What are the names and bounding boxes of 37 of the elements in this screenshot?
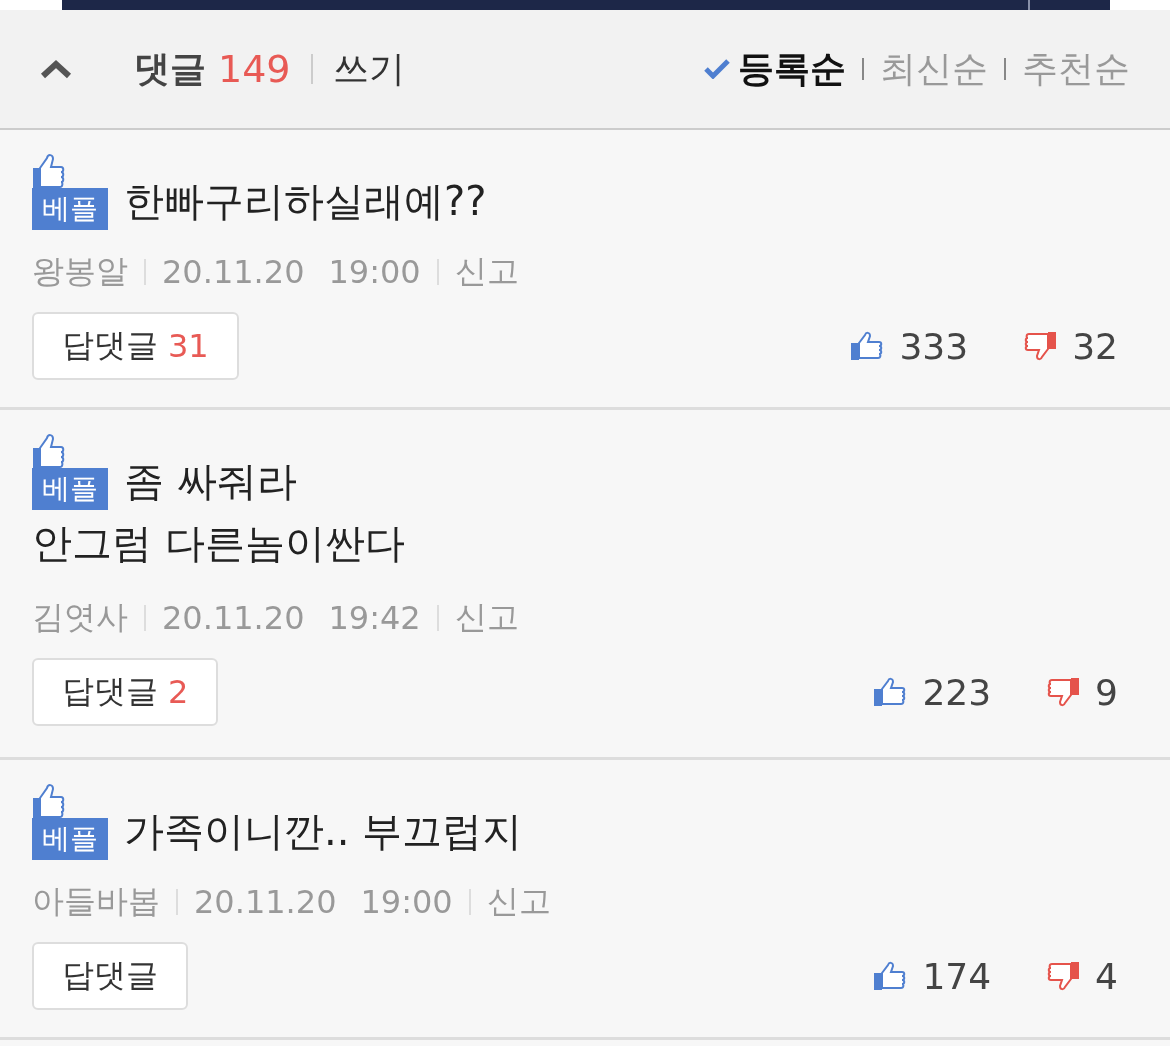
dislike-count: 32 bbox=[1072, 325, 1118, 367]
check-icon bbox=[704, 59, 730, 79]
write-link[interactable]: 쓰기 bbox=[332, 44, 405, 94]
comment-text: 안그럼 다른놈이싼다 bbox=[32, 519, 406, 568]
collapse-caret-icon[interactable] bbox=[40, 59, 72, 79]
dislike-count: 4 bbox=[1095, 955, 1118, 997]
author-name: 왕봉알 bbox=[32, 251, 128, 292]
sort-option[interactable]: 등록순 bbox=[704, 44, 846, 94]
comment-count: 149 bbox=[218, 47, 291, 91]
thumbs-up-icon bbox=[32, 152, 66, 190]
comment-time: 19:00 bbox=[360, 883, 453, 921]
thumbs-down-icon[interactable] bbox=[1045, 676, 1082, 708]
thumbs-up-icon bbox=[32, 782, 66, 820]
thumbs-down-icon[interactable] bbox=[1045, 960, 1082, 992]
dislike-count: 9 bbox=[1095, 671, 1118, 713]
best-badge: 베플 bbox=[32, 468, 108, 510]
reply-button[interactable]: 답댓글 31 bbox=[32, 312, 239, 380]
best-badge: 베플 bbox=[32, 818, 108, 860]
comment-text: 한빠구리하실래예?? bbox=[124, 177, 487, 226]
author-name: 김엿사 bbox=[32, 597, 128, 638]
like-count: 333 bbox=[899, 325, 969, 367]
comment-date: 20.11.20 bbox=[162, 599, 305, 637]
comment-time: 19:42 bbox=[328, 599, 421, 637]
thumbs-down-icon[interactable] bbox=[1022, 330, 1059, 362]
comment-text: 좀 싸줘라 bbox=[124, 457, 297, 506]
reply-button[interactable]: 답댓글 bbox=[32, 942, 188, 1010]
like-count: 223 bbox=[922, 671, 992, 713]
comment-text: 가족이니깐.. 부끄럽지 bbox=[124, 807, 523, 856]
comment-time: 19:00 bbox=[328, 253, 421, 291]
best-badge: 베플 bbox=[32, 188, 108, 230]
comment-date: 20.11.20 bbox=[194, 883, 337, 921]
thumbs-up-icon bbox=[32, 432, 66, 470]
author-name: 아들바봅 bbox=[32, 881, 160, 922]
like-count: 174 bbox=[922, 955, 992, 997]
comment-date: 20.11.20 bbox=[162, 253, 305, 291]
reply-button[interactable]: 답댓글 2 bbox=[32, 658, 219, 726]
comment-title: 댓글 bbox=[134, 46, 206, 91]
